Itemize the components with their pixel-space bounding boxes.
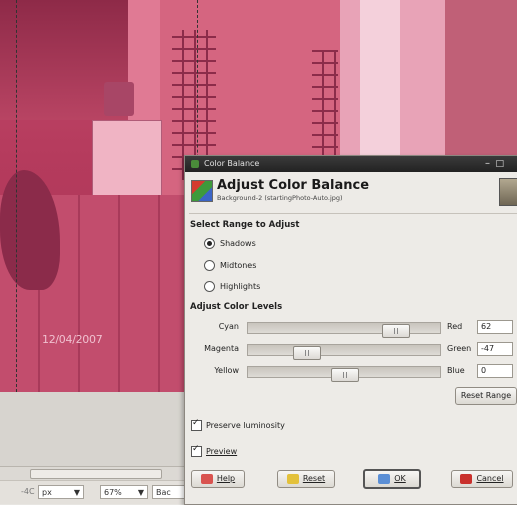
color-balance-dialog: Color Balance – □ Adjust Color Balance B… (184, 155, 517, 505)
reset-button[interactable]: Reset (277, 470, 335, 488)
preview-checkbox[interactable]: Preview (191, 444, 238, 457)
dialog-subtitle: Background-2 (startingPhoto-Auto.jpg) (217, 194, 343, 202)
radio-icon[interactable] (204, 281, 215, 292)
slider-track[interactable] (247, 322, 441, 338)
window-title: Color Balance (204, 159, 260, 168)
preserve-luminosity-checkbox[interactable]: Preserve luminosity (191, 418, 285, 431)
photo-datestamp: 12/04/2007 (42, 333, 103, 346)
zoom-select[interactable]: 67% ▼ (100, 485, 148, 499)
reset-range-button[interactable]: Reset Range (455, 387, 517, 405)
slider-left-label: Cyan (218, 322, 239, 331)
dropdown-arrow-icon: ▼ (73, 488, 80, 497)
button-label: Cancel (476, 474, 504, 483)
dialog-heading: Adjust Color Balance (217, 178, 370, 193)
checkbox-label: Preview (206, 447, 238, 456)
photo-trellis (312, 50, 338, 170)
slider-left-label: Yellow (214, 366, 239, 375)
help-icon (200, 473, 213, 484)
reset-icon (286, 473, 299, 484)
button-label: Reset (302, 474, 326, 483)
zoom-value: 67% (104, 488, 122, 497)
help-button[interactable]: Help (191, 470, 245, 488)
slider-right-label: Red (447, 322, 463, 331)
button-label: Reset Range (460, 391, 512, 400)
slider-right-label: Green (447, 344, 472, 353)
cancel-button[interactable]: Cancel (451, 470, 513, 488)
layer-thumbnail (499, 178, 517, 206)
radio-label: Highlights (220, 282, 261, 291)
slider-yellow-blue: Yellow Blue 0 (185, 364, 517, 382)
radio-label: Shadows (220, 239, 256, 248)
radio-label: Midtones (220, 261, 257, 270)
slider-magenta-green: Magenta Green -47 (185, 342, 517, 360)
checkbox-icon[interactable] (191, 444, 202, 457)
slider-handle[interactable] (331, 368, 359, 382)
dialog-header: Adjust Color Balance Background-2 (start… (191, 178, 517, 208)
slider-value-input[interactable]: 0 (477, 364, 513, 378)
slider-track[interactable] (247, 344, 441, 360)
app-icon (191, 160, 199, 168)
slider-track[interactable] (247, 366, 441, 382)
ok-icon (378, 473, 391, 484)
slider-value-input[interactable]: -47 (477, 342, 513, 356)
canvas-padding (0, 392, 200, 466)
unit-select[interactable]: px ▼ (38, 485, 84, 499)
maximize-icon[interactable]: □ (495, 156, 504, 172)
status-bar: -4C px ▼ 67% ▼ Bac (0, 480, 200, 504)
radio-midtones[interactable]: Midtones (204, 260, 256, 272)
pointer-coordinates: -4C (21, 487, 35, 496)
slider-right-label: Blue (447, 366, 465, 375)
slider-left-label: Magenta (204, 344, 239, 353)
cancel-icon (460, 473, 473, 484)
slider-handle[interactable] (382, 324, 410, 338)
color-balance-icon (191, 180, 213, 202)
dropdown-arrow-icon: ▼ (137, 488, 144, 497)
radio-highlights[interactable]: Highlights (204, 281, 260, 293)
photo-plant (0, 170, 60, 290)
radio-icon[interactable] (204, 260, 215, 271)
range-section-title: Select Range to Adjust (190, 220, 300, 230)
checkbox-icon[interactable] (191, 418, 202, 431)
horizontal-scrollbar[interactable] (0, 466, 200, 480)
button-label: Help (216, 474, 236, 483)
radio-shadows[interactable]: Shadows (204, 238, 256, 250)
ok-button[interactable]: OK (363, 469, 421, 489)
unit-value: px (42, 488, 52, 497)
photo-pot (104, 82, 134, 116)
levels-section-title: Adjust Color Levels (190, 302, 283, 312)
dialog-titlebar[interactable]: Color Balance – □ (185, 156, 517, 172)
divider (189, 213, 517, 214)
scrollbar-thumb[interactable] (30, 469, 162, 479)
slider-handle[interactable] (293, 346, 321, 360)
slider-cyan-red: Cyan Red 62 (185, 320, 517, 338)
radio-selected-icon[interactable] (204, 238, 215, 249)
checkbox-label: Preserve luminosity (206, 421, 285, 430)
slider-value-input[interactable]: 62 (477, 320, 513, 334)
minimize-icon[interactable]: – (485, 156, 490, 172)
button-label: OK (394, 474, 406, 483)
